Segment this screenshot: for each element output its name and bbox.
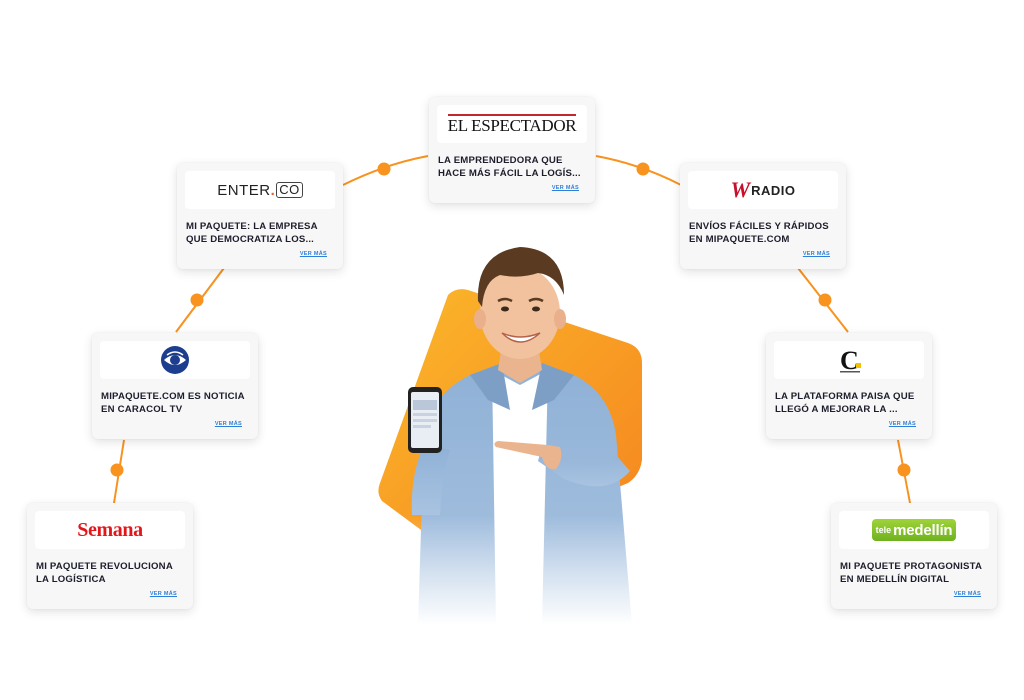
- connector-dot: [110, 463, 124, 477]
- caracol-eye-icon: [161, 346, 189, 374]
- ver-mas-link[interactable]: VER MÁS: [552, 185, 579, 191]
- press-card-el-espectador[interactable]: EL ESPECTADOR LA EMPRENDEDORA QUE HACE M…: [429, 97, 595, 203]
- press-card-w-radio[interactable]: W RADIO ENVÍOS FÁCILES Y RÁPIDOS EN MIPAQ…: [680, 163, 846, 269]
- press-card-telemedellin[interactable]: tele medellín MI PAQUETE PROTAGONISTA EN …: [831, 503, 997, 609]
- press-card-headline: MI PAQUETE: LA EMPRESA QUE DEMOCRATIZA L…: [186, 221, 318, 245]
- press-card-headline: MI PAQUETE REVOLUCIONA LA LOGÍSTICA: [36, 561, 173, 585]
- connector-dot: [818, 293, 832, 307]
- semana-logo: Semana: [35, 511, 185, 549]
- telemedellin-logo: tele medellín: [839, 511, 989, 549]
- press-card-enter-co[interactable]: ENTER. CO MI PAQUETE: LA EMPRESA QUE DEMO…: [177, 163, 343, 269]
- ver-mas-link[interactable]: VER MÁS: [150, 591, 177, 597]
- man-with-phone-illustration: [370, 235, 660, 625]
- press-card-headline: MI PAQUETE PROTAGONISTA EN MEDELLÍN DIGI…: [840, 561, 982, 585]
- ver-mas-link[interactable]: VER MÁS: [300, 251, 327, 257]
- dot-icon: .: [270, 181, 276, 199]
- press-card-headline: LA PLATAFORMA PAISA QUE LLEGÓ A MEJORAR …: [775, 391, 915, 415]
- caracol-tv-logo: [100, 341, 250, 379]
- press-card-headline: MIPAQUETE.COM ES NOTICIA EN CARACOL TV: [101, 391, 245, 415]
- el-colombiano-c-icon: C: [840, 346, 861, 375]
- el-espectador-logo: EL ESPECTADOR: [437, 105, 587, 143]
- ver-mas-link[interactable]: VER MÁS: [215, 421, 242, 427]
- connector-dot: [897, 463, 911, 477]
- ver-mas-link[interactable]: VER MÁS: [954, 591, 981, 597]
- w-radio-logo: W RADIO: [688, 171, 838, 209]
- press-card-semana[interactable]: Semana MI PAQUETE REVOLUCIONA LA LOGÍSTI…: [27, 503, 193, 609]
- press-mentions-section: EL ESPECTADOR LA EMPRENDEDORA QUE HACE M…: [0, 0, 1024, 700]
- el-colombiano-logo: C: [774, 341, 924, 379]
- connector-dot: [377, 162, 391, 176]
- svg-text:C: C: [840, 346, 859, 375]
- enter-co-logo: ENTER. CO: [185, 171, 335, 209]
- press-card-headline: ENVÍOS FÁCILES Y RÁPIDOS EN MIPAQUETE.CO…: [689, 221, 829, 245]
- press-card-headline: LA EMPRENDEDORA QUE HACE MÁS FÁCIL LA LO…: [438, 155, 581, 179]
- press-card-el-colombiano[interactable]: C LA PLATAFORMA PAISA QUE LLEGÓ A MEJORA…: [766, 333, 932, 439]
- press-card-caracol-tv[interactable]: MIPAQUETE.COM ES NOTICIA EN CARACOL TV V…: [92, 333, 258, 439]
- ver-mas-link[interactable]: VER MÁS: [803, 251, 830, 257]
- ver-mas-link[interactable]: VER MÁS: [889, 421, 916, 427]
- connector-dot: [636, 162, 650, 176]
- connector-dot: [190, 293, 204, 307]
